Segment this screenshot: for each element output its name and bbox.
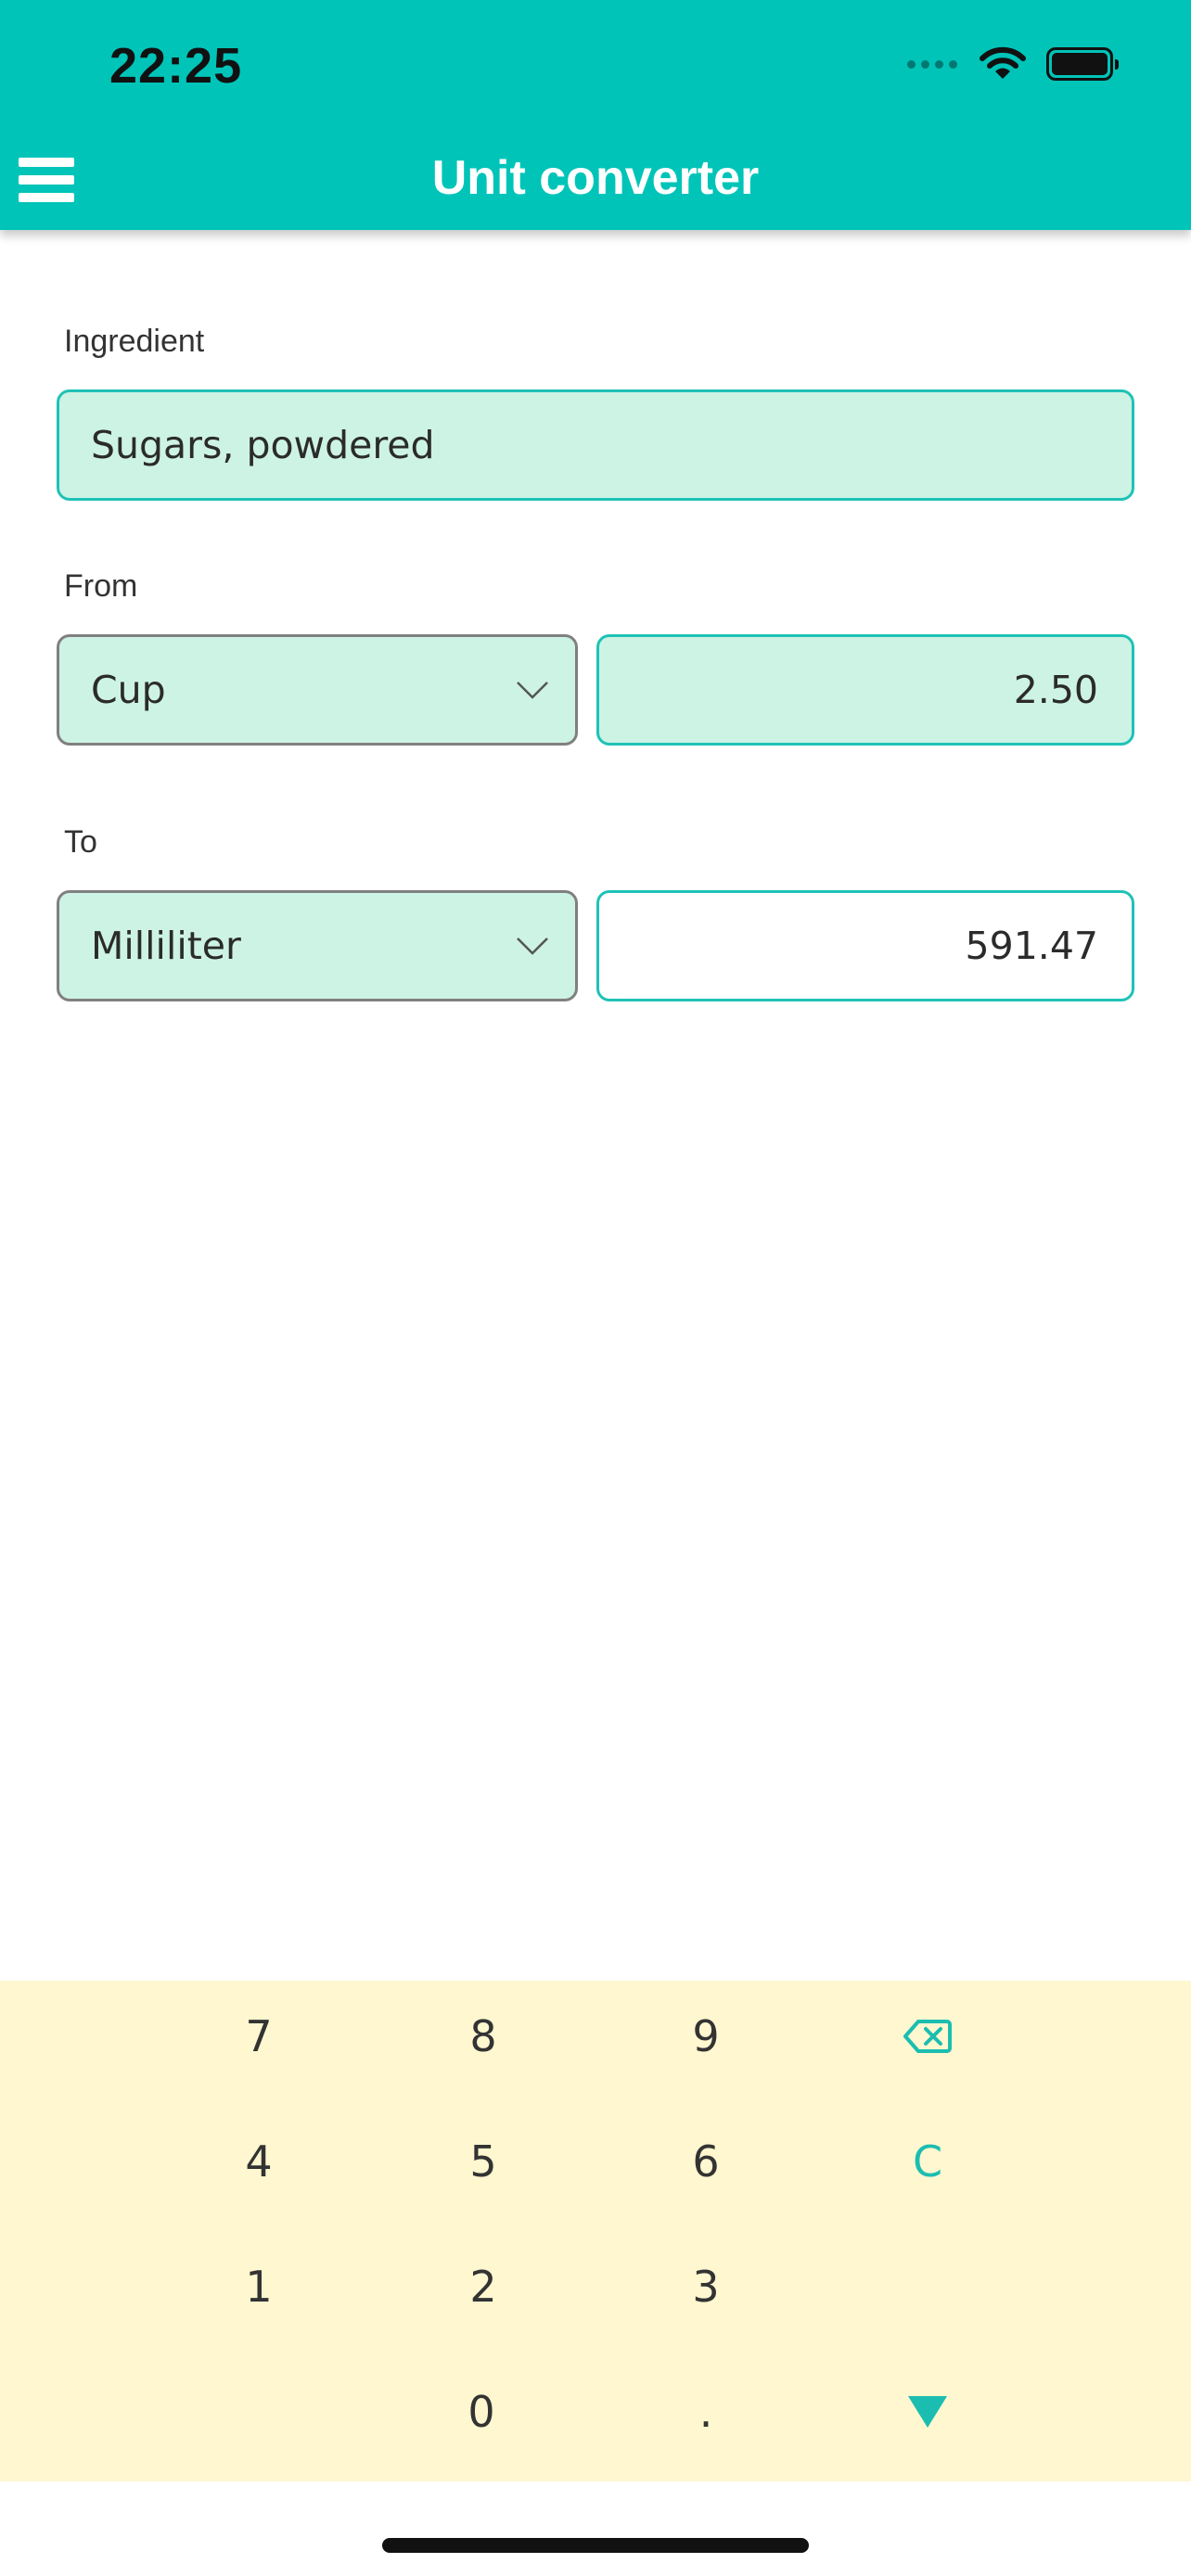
key-2[interactable]: 2: [391, 2231, 576, 2342]
key-5[interactable]: 5: [391, 2106, 576, 2217]
key-8[interactable]: 8: [391, 1981, 576, 2092]
key-3[interactable]: 3: [613, 2231, 799, 2342]
from-amount-value: 2.50: [1013, 668, 1098, 712]
to-amount-value: 591.47: [965, 924, 1098, 968]
to-unit-value: Milliliter: [91, 924, 241, 968]
app-header: 22:25 Unit converter: [0, 0, 1191, 230]
unit-converter-screen: 22:25 Unit converter Ingredient Sugars, …: [0, 0, 1191, 2576]
chevron-down-icon: [517, 937, 548, 955]
key-4[interactable]: 4: [166, 2106, 352, 2217]
cellular-signal-icon: [907, 59, 957, 69]
key-0[interactable]: 0: [389, 2356, 574, 2468]
triangle-down-icon[interactable]: [835, 2356, 1020, 2468]
status-time: 22:25: [109, 38, 243, 94]
from-label: From: [64, 568, 138, 604]
from-amount-input[interactable]: 2.50: [596, 634, 1134, 746]
from-unit-value: Cup: [91, 668, 166, 712]
ingredient-label: Ingredient: [64, 324, 205, 359]
ingredient-field[interactable]: Sugars, powdered: [57, 389, 1134, 501]
from-unit-select[interactable]: Cup: [57, 634, 578, 746]
page-title: Unit converter: [431, 151, 760, 205]
home-indicator: [382, 2538, 809, 2553]
to-label: To: [64, 824, 97, 860]
status-icons: [907, 46, 1119, 82]
to-amount-output[interactable]: 591.47: [596, 890, 1134, 1001]
clear-button[interactable]: C: [835, 2106, 1020, 2217]
key-1[interactable]: 1: [166, 2231, 352, 2342]
key-9[interactable]: 9: [613, 1981, 799, 2092]
chevron-down-icon: [517, 682, 548, 699]
backspace-icon[interactable]: [835, 1981, 1020, 2092]
key-7[interactable]: 7: [166, 1981, 352, 2092]
numeric-keypad: 7 8 9 4 5 6 C 1 2 3 0 .: [0, 1981, 1191, 2481]
wifi-icon: [980, 46, 1026, 79]
key-decimal[interactable]: .: [613, 2356, 799, 2468]
to-unit-select[interactable]: Milliliter: [57, 890, 578, 1001]
battery-icon: [1046, 47, 1119, 81]
ingredient-value: Sugars, powdered: [91, 423, 435, 467]
key-6[interactable]: 6: [613, 2106, 799, 2217]
